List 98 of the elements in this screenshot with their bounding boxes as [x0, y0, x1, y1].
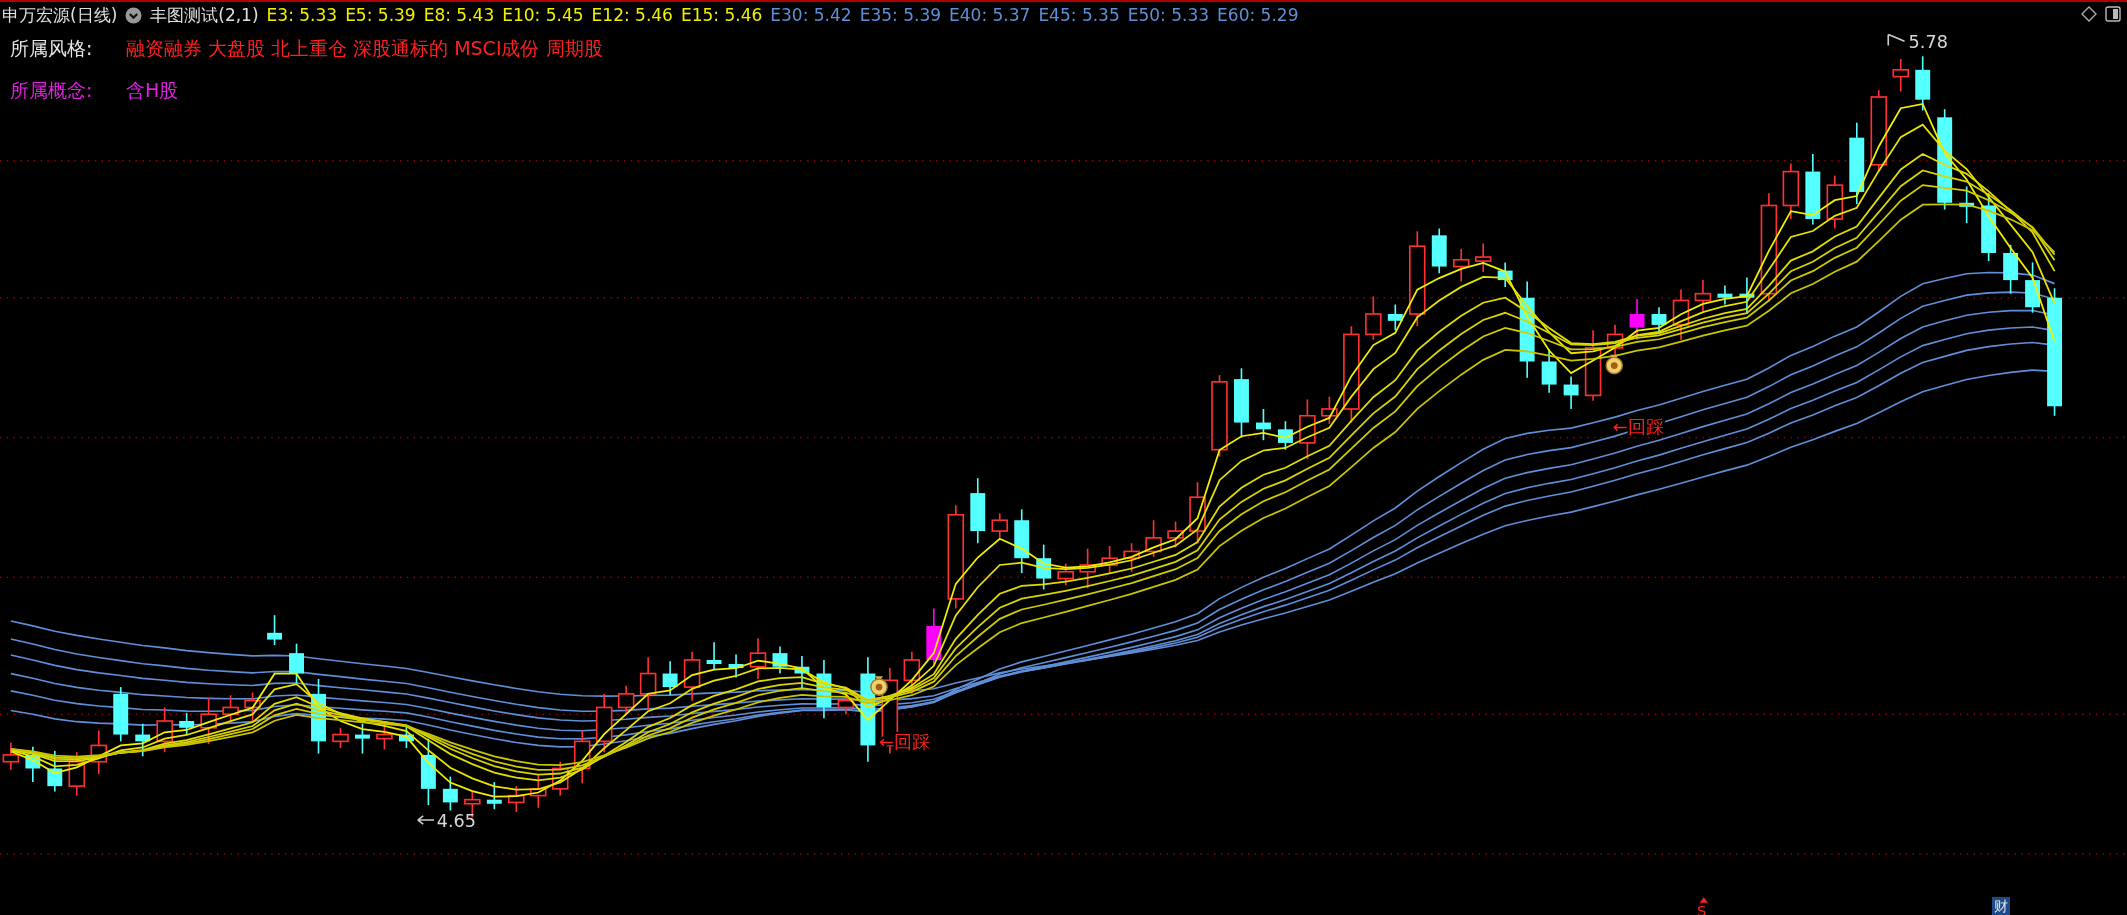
leader-line: [417, 815, 435, 825]
leader-line: [1887, 33, 1906, 47]
info-label: 所属风格:: [10, 36, 94, 61]
info-label: 所属概念:: [10, 78, 94, 103]
ema-value: E35: 5.39: [859, 4, 941, 27]
candlestick: [794, 655, 810, 690]
candlestick: [1123, 542, 1140, 573]
ema-value: E3: 5.33: [266, 4, 338, 27]
candlestick: [68, 751, 86, 797]
candlestick: [135, 722, 151, 758]
ema-value: E60: 5.29: [1217, 4, 1299, 27]
candlestick: [1387, 303, 1403, 332]
candlestick: [1739, 276, 1755, 315]
candlestick: [749, 637, 767, 680]
candlestick: [1782, 162, 1800, 220]
candlestick: [1694, 279, 1712, 313]
candlestick: [1079, 547, 1096, 589]
ema-value: E50: 5.33: [1127, 4, 1210, 27]
info-value: 含H股: [126, 79, 179, 101]
candlestick: [1497, 261, 1513, 288]
candlestick: [530, 773, 547, 809]
candlestick: [332, 726, 349, 749]
candlestick: [1474, 242, 1492, 273]
candlestick: [1452, 248, 1470, 283]
ema-value: E10: 5.45: [502, 4, 584, 27]
candlestick: [179, 712, 195, 736]
candlestick: [47, 750, 63, 793]
candlestick: [617, 684, 635, 716]
stock-title: 申万宏源(日线): [2, 4, 118, 27]
info-value: 融资融券 大盘股 北上重仓 深股通标的 MSCI成份 周期股: [126, 37, 603, 59]
candlestick: [289, 642, 304, 684]
ema-value: E8: 5.43: [423, 4, 495, 27]
ema-value: E5: 5.39: [345, 4, 416, 27]
candlestick: [486, 781, 502, 810]
candlestick: [2003, 244, 2019, 295]
indicator-name: 丰图测试(2,1): [150, 4, 259, 27]
candlestick: [244, 691, 261, 722]
candlestick: [683, 651, 701, 702]
candlestick: [113, 686, 129, 743]
candlestick: [1277, 420, 1293, 451]
candlestick: [267, 614, 282, 646]
candlestick: [1365, 295, 1382, 341]
candlestick: [1256, 408, 1271, 441]
candlestick: [1915, 55, 1931, 112]
candlestick: [551, 760, 569, 797]
candlestick: [1981, 192, 1997, 262]
candlestick: [1892, 58, 1909, 93]
candlestick: [926, 607, 942, 667]
candlestick: [508, 785, 525, 813]
candlestick: [1651, 306, 1667, 333]
candlestick: [1629, 298, 1645, 341]
diamond-icon[interactable]: [2081, 6, 2097, 22]
candlestick: [903, 651, 921, 695]
ema-value: E45: 5.35: [1038, 4, 1120, 27]
candlestick: [1431, 227, 1447, 275]
marker-arrow-icon: [1699, 897, 1708, 903]
candlestick: [573, 729, 591, 785]
ema-value: E12: 5.46: [591, 4, 673, 27]
candlestick: [970, 477, 986, 545]
candlestick: [1057, 562, 1074, 587]
low-price-label: 4.65: [436, 810, 477, 831]
candlestick: [816, 659, 832, 720]
candlestick: [200, 697, 217, 745]
candlestick: [1717, 284, 1733, 306]
candlestick: [991, 512, 1009, 539]
corner-badge-label: 财: [1992, 897, 2010, 915]
money-bag-icon: [870, 676, 888, 696]
panel-toggle-icon[interactable]: [2105, 6, 2121, 22]
ema-value: E15: 5.46: [680, 4, 763, 27]
candlestick: [706, 641, 722, 671]
candlestick: [662, 660, 678, 697]
candlestick: [442, 775, 458, 812]
candlestick: [355, 722, 370, 755]
dropdown-icon[interactable]: [125, 6, 143, 24]
candlestick: [1299, 398, 1316, 460]
candlestick: [1036, 543, 1052, 591]
candlestick: [2025, 261, 2041, 314]
candlestick: [1541, 348, 1557, 394]
candlestick: [25, 745, 41, 783]
ema-value: E40: 5.37: [949, 4, 1031, 27]
candlestick: [1014, 508, 1030, 574]
candlestick: [90, 729, 108, 775]
high-price-label: 5.78: [1908, 32, 1948, 53]
ema-value: E30: 5.42: [770, 4, 852, 27]
candlestick: [1672, 288, 1690, 341]
candlestick: [398, 725, 414, 749]
candlestick: [1321, 395, 1338, 425]
candlestick: [1145, 519, 1162, 558]
candlestick: [1826, 174, 1844, 230]
candlestick: [772, 645, 788, 675]
money-bag-icon: [1605, 354, 1624, 375]
candlestick: [639, 656, 657, 711]
candlestick: [595, 693, 613, 754]
candlestick: [156, 706, 173, 754]
candlestick: [1563, 375, 1579, 410]
candlestick: [1959, 185, 1975, 224]
candlestick: [1101, 545, 1118, 574]
candlestick: [728, 653, 744, 679]
